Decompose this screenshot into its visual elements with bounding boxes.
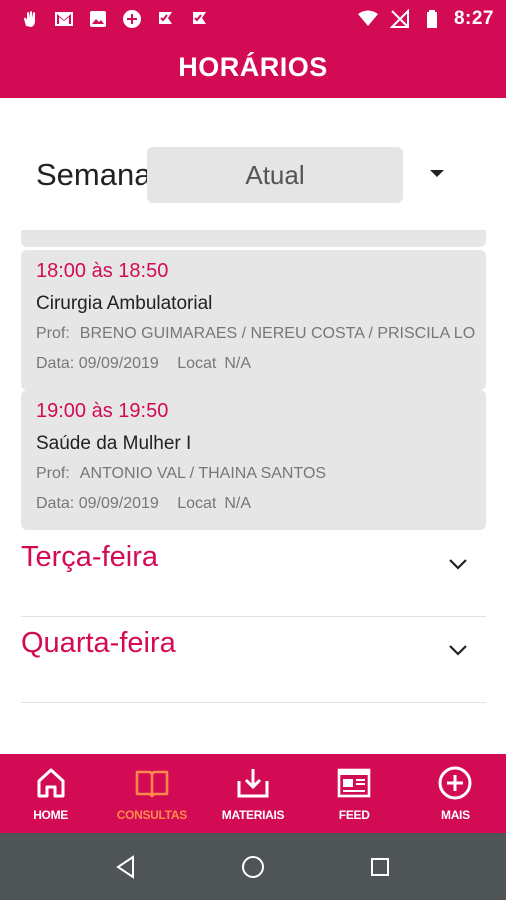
page-title: HORÁRIOS — [178, 51, 328, 82]
nav-materiais[interactable]: MATERIAIS — [202, 754, 303, 833]
location-label: Locat — [177, 495, 217, 512]
nav-label: FEED — [338, 808, 370, 822]
week-selector-row: Semana Atual — [0, 147, 506, 203]
hand-icon — [24, 11, 35, 27]
class-time: 18:00 às 18:50 — [36, 260, 169, 282]
newspaper-icon — [337, 768, 371, 798]
back-icon[interactable] — [112, 853, 140, 881]
week-select[interactable]: Atual — [147, 147, 403, 203]
day-section-terca[interactable]: Terça-feira — [21, 531, 486, 617]
class-card[interactable]: 19:00 às 19:50 Saúde da Mulher I Prof: AN… — [21, 390, 486, 530]
system-icons: 8:27 — [357, 8, 494, 30]
nav-label: MAIS — [441, 808, 470, 822]
class-meta: Data: 09/09/2019 Locat N/A — [36, 495, 251, 513]
download-icon — [237, 769, 269, 798]
class-meta: Data: 09/09/2019 Locat N/A — [36, 355, 251, 373]
prof-label: Prof: — [36, 325, 70, 342]
class-card[interactable]: 18:00 às 18:50 Cirurgia Ambulatorial Pro… — [21, 250, 486, 390]
day-section-quarta[interactable]: Quarta-feira — [21, 617, 486, 703]
class-list: 18:00 às 18:50 Cirurgia Ambulatorial Pro… — [21, 230, 486, 530]
location-label: Locat — [177, 355, 217, 372]
system-nav-bar — [0, 833, 506, 900]
class-time: 19:00 às 19:50 — [36, 400, 169, 422]
location-value: N/A — [224, 355, 252, 372]
book-icon — [135, 770, 169, 798]
wifi-icon — [357, 10, 378, 26]
location-value: N/A — [224, 495, 252, 512]
nav-consultas[interactable]: CONSULTAS — [101, 754, 202, 833]
class-subject: Cirurgia Ambulatorial — [36, 293, 213, 314]
day-label: Terça-feira — [21, 541, 158, 573]
app-bar: HORÁRIOS — [0, 36, 506, 98]
nav-home[interactable]: HOME — [0, 754, 101, 833]
dropdown-arrow-icon[interactable] — [430, 170, 444, 177]
nav-label: MATERIAIS — [221, 808, 285, 822]
prof-label: Prof: — [36, 465, 70, 482]
week-label: Semana — [36, 157, 152, 192]
day-label: Quarta-feira — [21, 627, 176, 659]
image-icon — [90, 11, 106, 27]
battery-icon — [426, 10, 437, 28]
class-card-partial — [21, 230, 486, 247]
chevron-down-icon[interactable] — [448, 643, 468, 657]
plus-circle-icon — [438, 766, 472, 800]
nav-label: CONSULTAS — [116, 808, 187, 822]
date-value: 09/09/2019 — [78, 495, 159, 512]
clock: 8:27 — [453, 8, 494, 29]
notification-icons — [20, 9, 210, 29]
gmail-icon — [55, 12, 73, 26]
week-select-value: Atual — [245, 159, 305, 190]
date-label: Data: — [36, 355, 75, 372]
home-circle-icon[interactable] — [239, 853, 267, 881]
check-flag-icon — [193, 12, 206, 24]
no-signal-icon — [389, 9, 409, 28]
prof-value: ANTONIO VAL / THAINA SANTOS — [79, 465, 327, 482]
date-label: Data: — [36, 495, 75, 512]
chevron-down-icon[interactable] — [448, 557, 468, 571]
nav-mais[interactable]: MAIS — [405, 754, 506, 833]
nav-label: HOME — [33, 808, 68, 822]
nav-feed[interactable]: FEED — [304, 754, 405, 833]
class-professors: Prof: BRENO GUIMARAES / NEREU COSTA / PRI… — [36, 325, 476, 343]
prof-value: BRENO GUIMARAES / NEREU COSTA / PRISCILA… — [79, 325, 476, 342]
home-icon — [37, 768, 65, 798]
date-value: 09/09/2019 — [78, 355, 159, 372]
bottom-nav: HOME CONSULTAS MATERIAIS FEED MAIS — [0, 754, 506, 833]
status-bar: 8:27 — [0, 0, 506, 36]
recents-icon[interactable] — [366, 853, 394, 881]
plus-circle-icon — [123, 10, 141, 28]
check-flag-icon — [159, 12, 172, 24]
class-subject: Saúde da Mulher I — [36, 433, 192, 454]
class-professors: Prof: ANTONIO VAL / THAINA SANTOS — [36, 465, 476, 483]
